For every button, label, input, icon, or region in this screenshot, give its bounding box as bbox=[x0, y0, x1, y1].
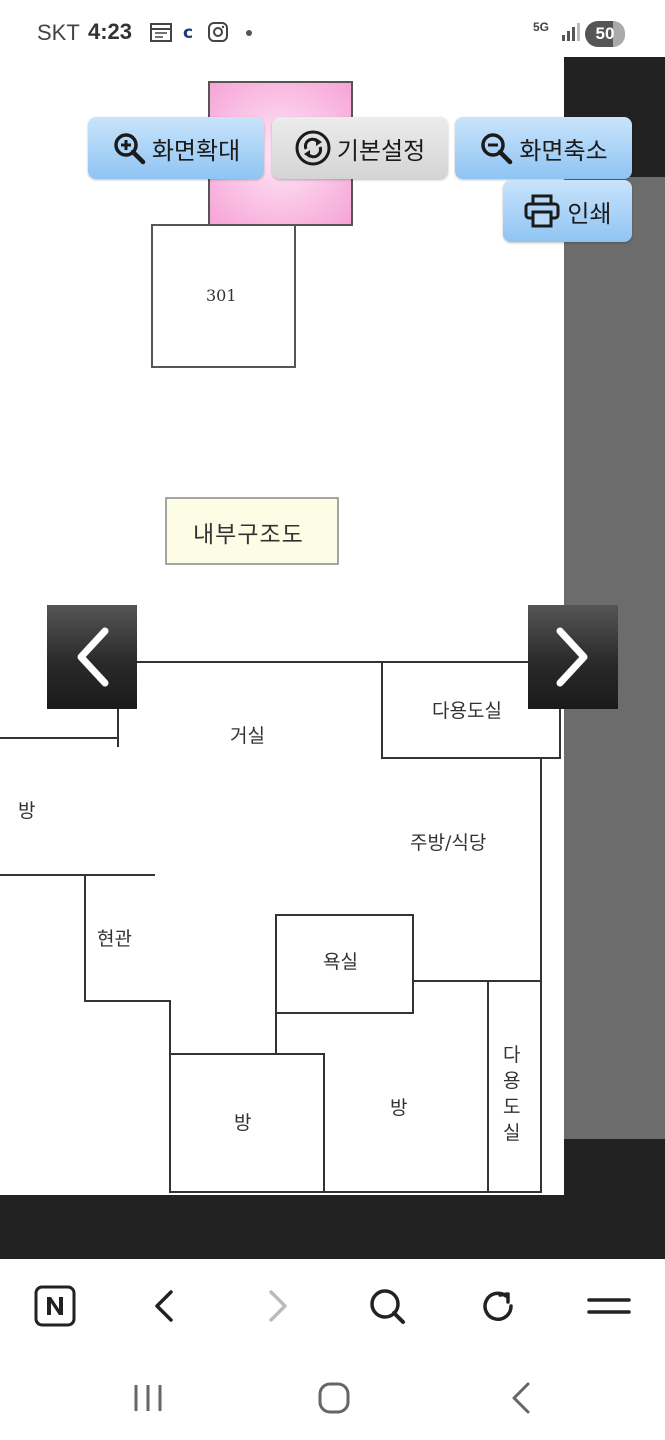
carrier-label: SKT bbox=[37, 20, 80, 45]
forward-icon bbox=[269, 1290, 287, 1322]
menu-icon bbox=[587, 1298, 631, 1314]
battery-indicator: 50 bbox=[585, 21, 625, 47]
previous-image-button[interactable] bbox=[47, 605, 137, 709]
svg-text:c: c bbox=[183, 23, 193, 42]
reset-label: 기본설정 bbox=[336, 136, 426, 165]
back-button[interactable] bbox=[140, 1281, 190, 1331]
zoom-in-label: 화면확대 bbox=[151, 136, 241, 165]
c-app-icon: c bbox=[183, 23, 193, 42]
browser-toolbar bbox=[0, 1259, 665, 1354]
unit-number: 301 bbox=[206, 286, 237, 305]
room-bottom-right: 방 bbox=[390, 1097, 408, 1119]
next-image-button[interactable] bbox=[528, 605, 618, 709]
zoom-in-button[interactable]: 화면확대 bbox=[88, 117, 264, 179]
system-back-button[interactable] bbox=[496, 1376, 546, 1420]
floor-plan-title: 내부구조도 bbox=[193, 522, 304, 548]
printer-icon bbox=[524, 194, 560, 228]
system-navigation-bar bbox=[0, 1354, 665, 1440]
chevron-left-icon bbox=[77, 627, 109, 687]
recent-apps-button[interactable] bbox=[123, 1376, 173, 1420]
clock: 4:23 bbox=[88, 19, 133, 44]
naver-home-button[interactable] bbox=[30, 1281, 80, 1331]
room-utility-bottom: 다용도실 bbox=[503, 1044, 521, 1144]
chevron-right-icon bbox=[556, 627, 588, 687]
calendar-icon bbox=[150, 23, 172, 42]
reset-icon bbox=[295, 130, 331, 166]
room-living: 거실 bbox=[230, 725, 265, 747]
zoom-out-label: 화면축소 bbox=[519, 136, 608, 165]
print-button[interactable]: 인쇄 bbox=[503, 180, 632, 242]
menu-button[interactable] bbox=[584, 1281, 634, 1331]
room-left: 방 bbox=[18, 800, 36, 822]
room-bottom-left: 방 bbox=[234, 1112, 252, 1134]
home-icon bbox=[318, 1382, 350, 1414]
refresh-button[interactable] bbox=[473, 1281, 523, 1331]
reset-button[interactable]: 기본설정 bbox=[272, 117, 448, 179]
zoom-in-icon bbox=[114, 133, 146, 165]
room-kitchen: 주방/식당 bbox=[410, 832, 487, 854]
room-utility-top: 다용도실 bbox=[432, 700, 502, 722]
forward-button[interactable] bbox=[252, 1281, 302, 1331]
zoom-out-button[interactable]: 화면축소 bbox=[455, 117, 632, 179]
search-button[interactable] bbox=[362, 1281, 412, 1331]
print-label: 인쇄 bbox=[567, 199, 612, 228]
recent-apps-icon bbox=[134, 1385, 162, 1411]
status-bar: SKT 4:23 c 5G 50 bbox=[0, 0, 665, 58]
floor-plan-walls bbox=[0, 661, 561, 1193]
back-icon bbox=[155, 1290, 173, 1322]
instagram-icon bbox=[208, 22, 228, 42]
dot-icon bbox=[246, 30, 252, 36]
home-button[interactable] bbox=[309, 1376, 359, 1420]
zoom-out-icon bbox=[481, 133, 513, 165]
back-nav-icon bbox=[512, 1382, 530, 1414]
network-type: 5G bbox=[533, 20, 550, 34]
refresh-icon bbox=[483, 1291, 513, 1321]
room-bathroom: 욕실 bbox=[323, 951, 358, 973]
naver-icon bbox=[34, 1285, 76, 1327]
viewer-background-bottom bbox=[0, 1195, 665, 1259]
search-icon bbox=[370, 1289, 405, 1324]
signal-icon bbox=[562, 23, 580, 41]
room-entrance: 현관 bbox=[97, 928, 132, 950]
